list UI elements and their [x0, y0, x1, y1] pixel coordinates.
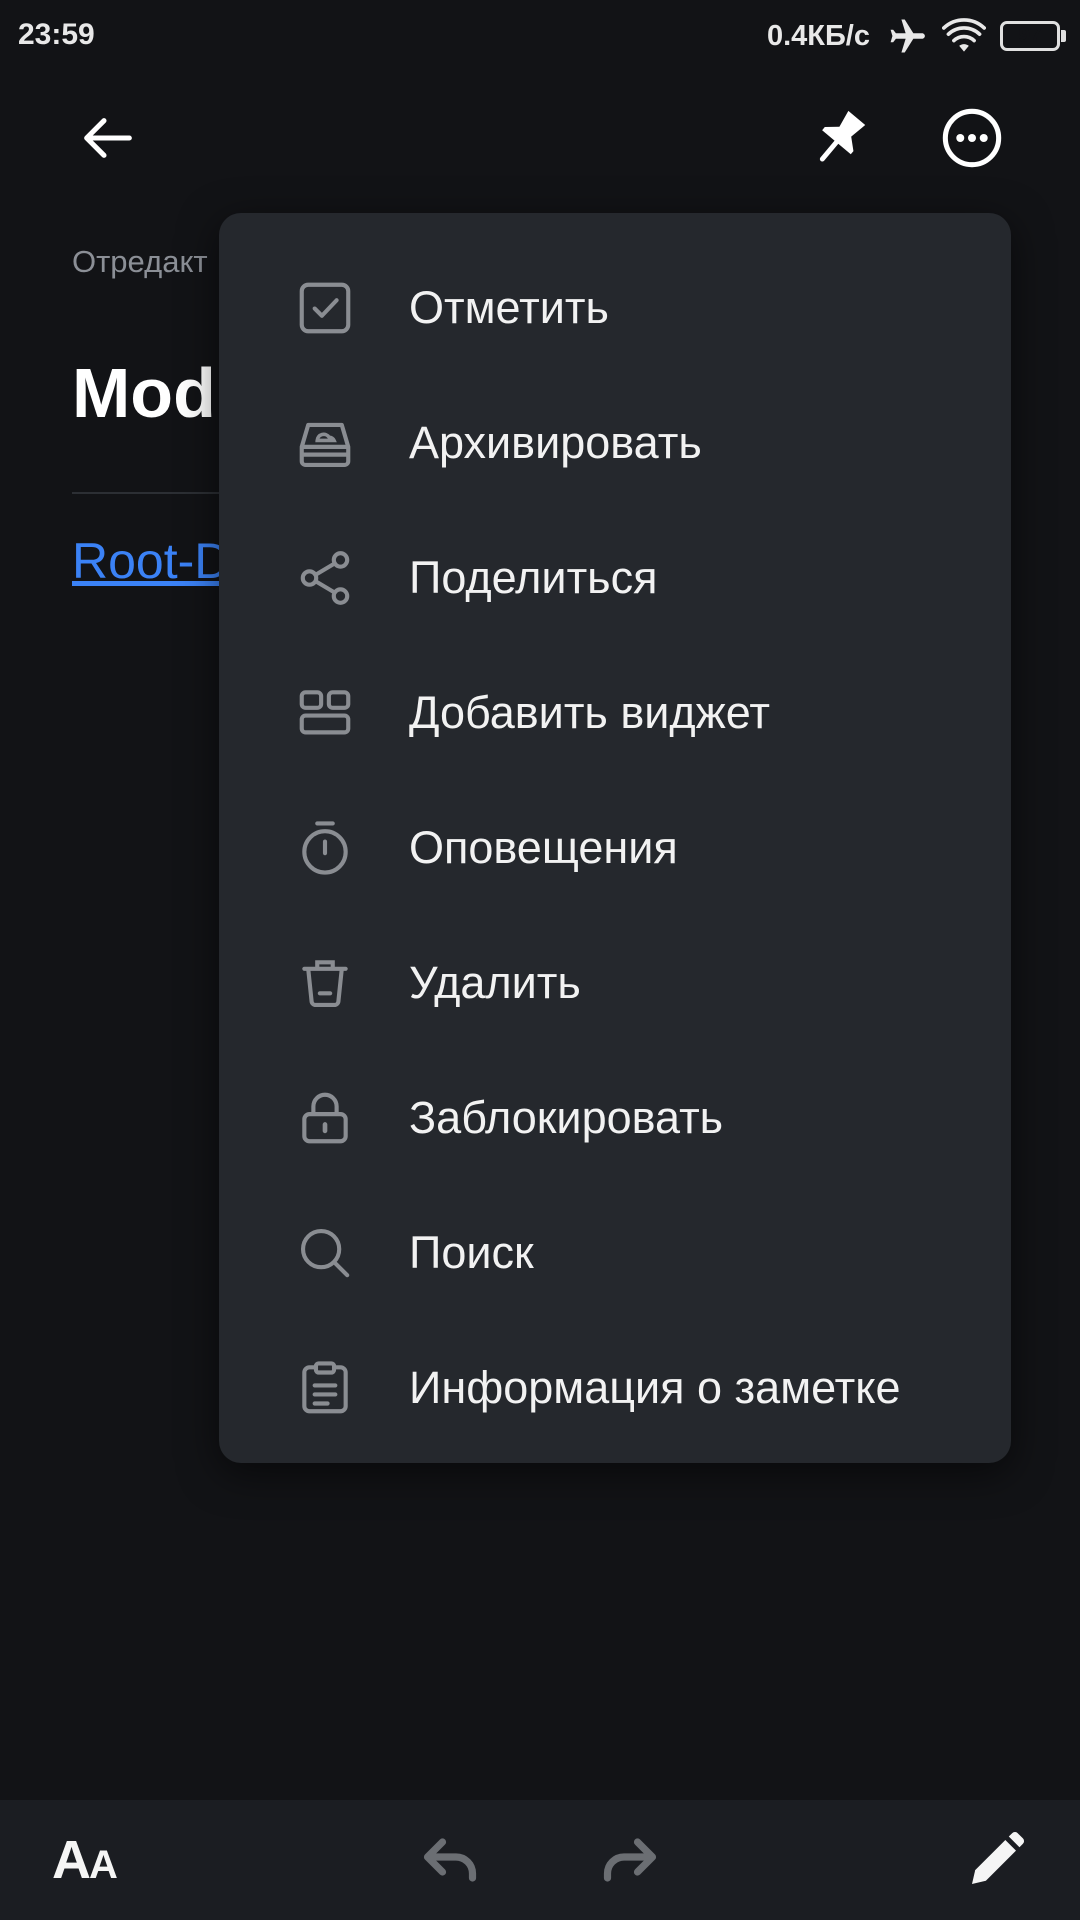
- menu-item-archive[interactable]: Архивировать: [219, 375, 1011, 510]
- undo-icon: [423, 1838, 477, 1882]
- share-icon: [294, 547, 356, 609]
- back-arrow-icon: [84, 118, 132, 158]
- menu-item-label: Отметить: [409, 282, 609, 333]
- redo-button[interactable]: [582, 1812, 678, 1908]
- more-options-button[interactable]: [924, 90, 1020, 186]
- search-icon: [294, 1222, 356, 1284]
- menu-item-reminders[interactable]: Оповещения: [219, 780, 1011, 915]
- menu-item-label: Заблокировать: [409, 1092, 724, 1143]
- undo-button[interactable]: [402, 1812, 498, 1908]
- menu-item-share[interactable]: Поделиться: [219, 510, 1011, 645]
- menu-item-label: Информация о заметке: [409, 1362, 901, 1413]
- menu-item-label: Архивировать: [409, 417, 702, 468]
- battery-level: 97: [1018, 24, 1042, 47]
- menu-item-mark[interactable]: Отметить: [219, 240, 1011, 375]
- note-edited-meta: Отредакт: [72, 244, 208, 279]
- archive-icon: [294, 412, 356, 474]
- text-format-label-large: A: [52, 1830, 91, 1890]
- trash-icon: [294, 952, 356, 1014]
- checkbox-icon: [294, 277, 356, 339]
- clipboard-icon: [294, 1357, 356, 1419]
- menu-item-label: Добавить виджет: [409, 687, 770, 738]
- edit-button[interactable]: [948, 1812, 1044, 1908]
- lock-icon: [294, 1087, 356, 1149]
- menu-item-label: Поиск: [409, 1227, 534, 1278]
- text-format-label-small: A: [89, 1843, 118, 1887]
- menu-item-label: Оповещения: [409, 822, 678, 873]
- widget-icon: [294, 682, 356, 744]
- menu-item-search[interactable]: Поиск: [219, 1185, 1011, 1320]
- menu-item-delete[interactable]: Удалить: [219, 915, 1011, 1050]
- more-options-icon: [942, 108, 1002, 168]
- bottom-toolbar: AA: [0, 1800, 1080, 1920]
- menu-item-label: Удалить: [409, 957, 581, 1008]
- menu-item-lock[interactable]: Заблокировать: [219, 1050, 1011, 1185]
- text-format-button[interactable]: AA: [36, 1812, 132, 1908]
- wifi-icon: [942, 18, 986, 52]
- edit-pencil-icon: [972, 1831, 1025, 1884]
- top-app-bar: [0, 72, 1080, 204]
- timer-icon: [294, 817, 356, 879]
- status-indicators: 0.4КБ/с 97: [767, 14, 1066, 58]
- pin-button[interactable]: [792, 90, 888, 186]
- text-format-icon: AA: [52, 1829, 118, 1891]
- menu-item-label: Поделиться: [409, 552, 658, 603]
- note-title[interactable]: Mod: [72, 358, 216, 428]
- note-link[interactable]: Root-D: [72, 532, 230, 590]
- menu-item-note-info[interactable]: Информация о заметке: [219, 1320, 1011, 1455]
- redo-icon: [603, 1838, 657, 1882]
- status-bar: 23:59 0.4КБ/с 97: [0, 0, 1080, 72]
- menu-item-add-widget[interactable]: Добавить виджет: [219, 645, 1011, 780]
- battery-cap: [1061, 30, 1066, 42]
- battery-icon: 97: [1000, 19, 1066, 53]
- status-time: 23:59: [18, 18, 95, 51]
- back-button[interactable]: [60, 90, 156, 186]
- airplane-mode-icon: [890, 19, 925, 53]
- network-speed: 0.4КБ/с: [766, 19, 870, 52]
- note-options-menu: Отметить Архивировать Поделиться Добавит…: [219, 213, 1011, 1463]
- pin-icon: [819, 110, 866, 162]
